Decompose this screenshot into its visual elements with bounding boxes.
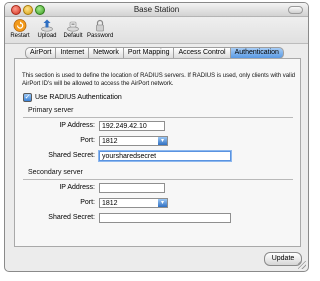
use-radius-label: Use RADIUS Authentication	[35, 94, 122, 101]
toolbar: Restart Upload Default Password	[5, 17, 308, 44]
tab-bar: AirPort Internet Network Port Mapping Ac…	[25, 47, 284, 59]
password-button[interactable]: Password	[87, 19, 113, 40]
primary-secret-label: Shared Secret:	[48, 152, 95, 159]
secondary-divider	[23, 179, 293, 180]
resize-grip[interactable]	[298, 261, 306, 269]
upload-button[interactable]: Upload	[34, 19, 60, 40]
secondary-port-value: 1812	[102, 200, 118, 207]
toolbar-toggle-button[interactable]	[288, 6, 303, 14]
restart-button[interactable]: Restart	[7, 19, 33, 40]
radius-description: This section is used to define the locat…	[22, 73, 296, 87]
primary-port-select[interactable]: 1812 ▾	[99, 136, 168, 146]
restart-icon	[13, 19, 27, 32]
secondary-port-select[interactable]: 1812 ▾	[99, 198, 168, 208]
primary-ip-label: IP Address:	[59, 122, 95, 129]
window-title: Base Station	[133, 5, 180, 14]
default-button[interactable]: Default	[60, 19, 86, 40]
chevron-down-icon: ▾	[158, 199, 167, 207]
primary-ip-input[interactable]: 192.249.42.10	[99, 121, 165, 131]
password-label: Password	[87, 33, 114, 39]
use-radius-checkbox[interactable]: ✓ Use RADIUS Authentication	[23, 93, 122, 102]
upload-label: Upload	[37, 33, 57, 39]
primary-secret-input[interactable]: yoursharedsecret	[99, 151, 231, 161]
default-label: Default	[63, 33, 83, 39]
secondary-ip-label: IP Address:	[59, 184, 95, 191]
default-icon	[67, 21, 79, 32]
authentication-panel: This section is used to define the locat…	[14, 58, 301, 247]
secondary-secret-label: Shared Secret:	[48, 214, 95, 221]
base-station-window: Base Station Restart Upload Default Pass…	[4, 2, 309, 272]
checkmark-icon[interactable]: ✓	[23, 93, 32, 102]
restart-label: Restart	[10, 33, 30, 39]
primary-server-heading: Primary server	[28, 107, 74, 114]
update-button[interactable]: Update	[264, 252, 302, 266]
secondary-port-label: Port:	[80, 199, 95, 206]
secondary-ip-input[interactable]	[99, 183, 165, 193]
primary-port-label: Port:	[80, 137, 95, 144]
password-lock-icon	[96, 19, 104, 32]
secondary-secret-input[interactable]	[99, 213, 231, 223]
primary-divider	[23, 117, 293, 118]
upload-icon	[41, 19, 53, 32]
chevron-down-icon: ▾	[158, 137, 167, 145]
title-bar[interactable]: Base Station	[5, 3, 308, 17]
secondary-server-heading: Secondary server	[28, 169, 83, 176]
primary-port-value: 1812	[102, 138, 118, 145]
